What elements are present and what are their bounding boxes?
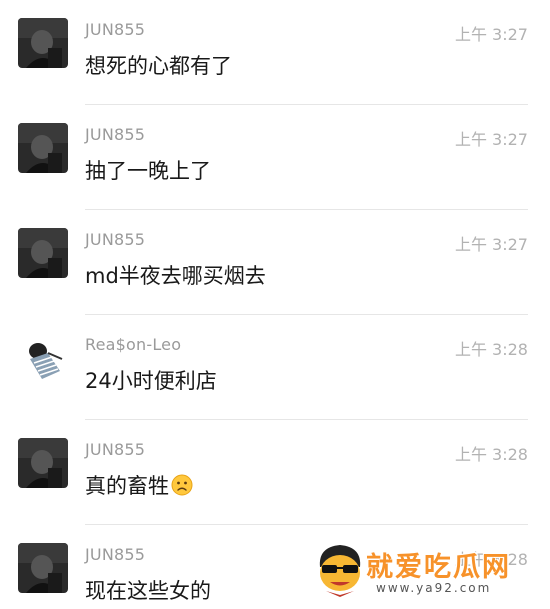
message-text: 现在这些女的 [85,579,211,603]
watermark: 就爱吃瓜网 www.ya92.com [312,539,544,605]
message-text: 想死的心都有了 [85,54,232,78]
message-text: 24小时便利店 [85,369,217,393]
frowning-face-icon [171,474,193,501]
chat-message[interactable]: JUN855 上午 3:27 抽了一晚上了 [0,105,550,210]
sender-name: JUN855 [85,545,146,564]
message-time: 上午 3:27 [454,130,528,149]
watermark-url: www.ya92.com [376,581,492,595]
sender-name: JUN855 [85,20,146,39]
sender-name: JUN855 [85,230,146,249]
avatar[interactable] [18,123,68,173]
message-text-row: 真的畜牲 [85,470,193,501]
message-time: 上午 3:28 [454,445,528,464]
avatar[interactable] [18,543,68,593]
chat-message[interactable]: JUN855 上午 3:27 想死的心都有了 [0,0,550,105]
message-time: 上午 3:28 [454,340,528,359]
message-text: md半夜去哪买烟去 [85,264,266,288]
message-text: 抽了一晚上了 [85,159,211,183]
mascot-logo-icon [319,545,361,597]
avatar[interactable] [18,438,68,488]
message-time: 上午 3:27 [454,25,528,44]
chat-history-list: JUN855 上午 3:27 想死的心都有了 JUN855 上午 3:27 抽了… [0,0,550,609]
sender-name: JUN855 [85,440,146,459]
avatar[interactable] [18,333,68,383]
message-text: 真的畜牲 [85,474,169,498]
chat-message[interactable]: JUN855 上午 3:28 真的畜牲 [0,420,550,525]
avatar[interactable] [18,18,68,68]
chat-message[interactable]: JUN855 上午 3:27 md半夜去哪买烟去 [0,210,550,315]
chat-message[interactable]: Rea$on-Leo 上午 3:28 24小时便利店 [0,315,550,420]
sender-name: JUN855 [85,125,146,144]
watermark-title: 就爱吃瓜网 [366,552,511,583]
sender-name: Rea$on-Leo [85,335,182,354]
avatar[interactable] [18,228,68,278]
message-time: 上午 3:27 [454,235,528,254]
